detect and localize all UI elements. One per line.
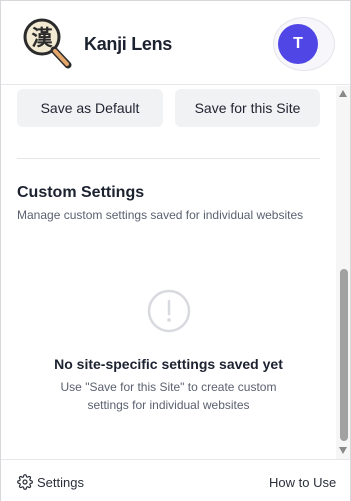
save-for-this-site-button[interactable]: Save for this Site bbox=[175, 89, 320, 127]
popup-window: 漢 Kanji Lens T Save as Default Save for … bbox=[0, 0, 351, 501]
kanji-lens-logo-icon: 漢 bbox=[23, 18, 72, 69]
user-avatar[interactable]: T bbox=[278, 24, 318, 64]
scroll-down-arrow-icon[interactable] bbox=[339, 447, 347, 454]
settings-content: Save as Default Save for this Site Custo… bbox=[1, 86, 336, 459]
empty-state-description: Use "Save for this Site" to create custo… bbox=[60, 380, 277, 412]
gear-icon bbox=[17, 474, 33, 490]
logo-glyph: 漢 bbox=[32, 26, 54, 50]
how-to-use-link[interactable]: How to Use bbox=[269, 475, 336, 490]
custom-settings-title: Custom Settings bbox=[17, 184, 145, 201]
scrollbar-thumb[interactable] bbox=[340, 269, 348, 441]
save-as-default-button[interactable]: Save as Default bbox=[17, 89, 163, 127]
empty-state-title: No site-specific settings saved yet bbox=[54, 356, 283, 372]
divider bbox=[17, 158, 320, 159]
alert-circle-icon bbox=[147, 289, 191, 333]
custom-settings-description: Manage custom settings saved for individ… bbox=[17, 208, 304, 222]
footer: Settings How to Use bbox=[1, 459, 350, 501]
settings-label: Settings bbox=[37, 474, 84, 490]
header: 漢 Kanji Lens T bbox=[1, 1, 350, 85]
scroll-up-arrow-icon[interactable] bbox=[339, 90, 347, 97]
settings-link[interactable]: Settings bbox=[17, 474, 84, 490]
app-title: Kanji Lens bbox=[84, 34, 173, 54]
